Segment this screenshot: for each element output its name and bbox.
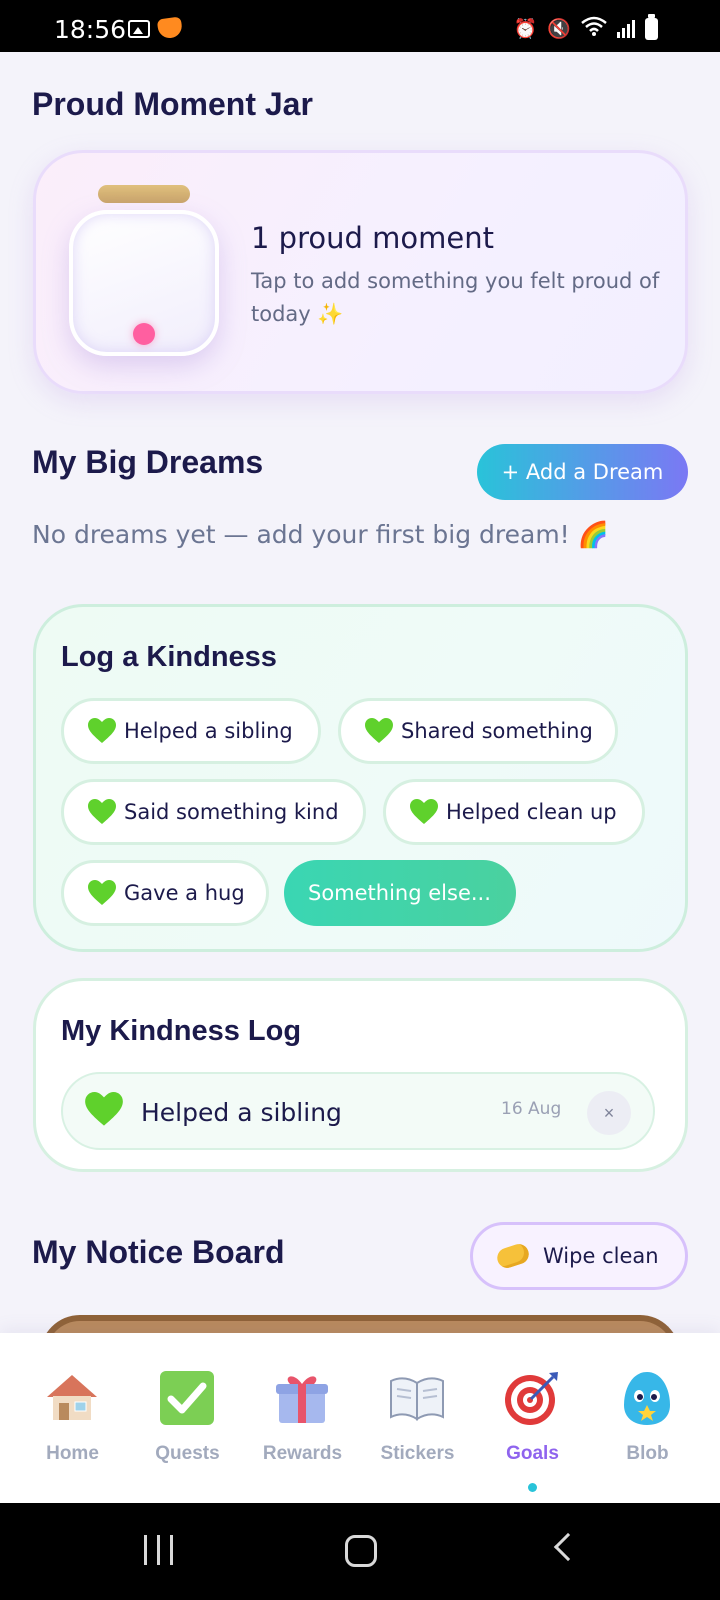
wipe-clean-button[interactable]: Wipe clean bbox=[470, 1222, 688, 1290]
signal-icon bbox=[617, 20, 635, 38]
kindness-log-title: My Kindness Log bbox=[61, 1015, 302, 1047]
bottom-nav: Home Quests Rewards Stickers Goals Blob bbox=[0, 1333, 720, 1503]
green-heart-icon bbox=[88, 718, 116, 744]
green-heart-icon bbox=[88, 799, 116, 825]
status-time: 18:56 bbox=[54, 15, 127, 44]
check-mark-icon bbox=[158, 1369, 216, 1427]
add-dream-button[interactable]: + Add a Dream bbox=[477, 444, 688, 500]
wifi-icon bbox=[581, 16, 607, 42]
proud-moment-marble bbox=[133, 323, 155, 345]
no-dreams-message: No dreams yet — add your first big dream… bbox=[32, 520, 609, 549]
kindness-log-card: My Kindness Log Helped a sibling 16 Aug … bbox=[33, 978, 688, 1172]
active-indicator bbox=[528, 1483, 537, 1492]
battery-icon bbox=[645, 14, 658, 40]
jar-lid bbox=[98, 185, 190, 203]
gallery-notification-icon bbox=[128, 20, 150, 38]
home-button[interactable] bbox=[345, 1535, 377, 1567]
jar-hint: Tap to add something you felt proud of t… bbox=[251, 269, 660, 326]
nav-label: Rewards bbox=[262, 1443, 343, 1464]
green-heart-icon bbox=[410, 799, 438, 825]
kindness-chip-said-kind[interactable]: Said something kind bbox=[61, 779, 366, 845]
app-notification-icon bbox=[156, 16, 184, 40]
nav-label: Quests bbox=[155, 1443, 220, 1464]
kindness-chip-helped-sibling[interactable]: Helped a sibling bbox=[61, 698, 321, 764]
kindness-log-entry: Helped a sibling 16 Aug × bbox=[61, 1072, 655, 1150]
dreams-section-title: My Big Dreams bbox=[32, 444, 264, 480]
something-else-button[interactable]: Something else... bbox=[284, 860, 516, 926]
system-nav-bar bbox=[0, 1503, 720, 1600]
rainbow-icon: 🌈 bbox=[577, 520, 609, 549]
alarm-icon: ⏰ bbox=[513, 19, 538, 40]
book-icon bbox=[388, 1369, 446, 1427]
status-icons: ⏰ 🔇 bbox=[513, 14, 658, 42]
log-kindness-title: Log a Kindness bbox=[61, 641, 277, 673]
nav-blob[interactable]: Blob bbox=[590, 1333, 705, 1503]
nav-label: Home bbox=[46, 1443, 99, 1464]
nav-stickers[interactable]: Stickers bbox=[360, 1333, 475, 1503]
chip-label: Said something kind bbox=[124, 800, 339, 824]
log-entry-date: 16 Aug bbox=[501, 1099, 562, 1119]
kindness-chip-gave-hug[interactable]: Gave a hug bbox=[61, 860, 269, 926]
kindness-chip-clean-up[interactable]: Helped clean up bbox=[383, 779, 645, 845]
nav-label: Stickers bbox=[380, 1443, 455, 1464]
log-entry-text: Helped a sibling bbox=[141, 1098, 342, 1127]
nav-label: Blob bbox=[626, 1443, 669, 1464]
wipe-clean-label: Wipe clean bbox=[543, 1244, 659, 1268]
jar-section-title: Proud Moment Jar bbox=[32, 86, 313, 122]
log-kindness-card: Log a Kindness Helped a sibling Shared s… bbox=[33, 604, 688, 952]
blob-mascot-icon bbox=[618, 1369, 676, 1427]
nav-quests[interactable]: Quests bbox=[130, 1333, 245, 1503]
nav-rewards[interactable]: Rewards bbox=[245, 1333, 360, 1503]
chip-label: Helped a sibling bbox=[124, 719, 293, 743]
kindness-chip-shared-something[interactable]: Shared something bbox=[338, 698, 618, 764]
chip-label: Helped clean up bbox=[446, 800, 617, 824]
sponge-icon bbox=[494, 1241, 532, 1271]
chip-label: Gave a hug bbox=[124, 881, 245, 905]
notice-board-title: My Notice Board bbox=[32, 1234, 285, 1270]
sparkles-icon: ✨ bbox=[317, 302, 344, 326]
remove-entry-button[interactable]: × bbox=[587, 1091, 631, 1135]
green-heart-icon bbox=[88, 880, 116, 906]
proud-moment-count: 1 proud moment bbox=[251, 221, 494, 255]
gift-icon bbox=[273, 1369, 331, 1427]
back-button[interactable] bbox=[553, 1532, 583, 1562]
green-heart-icon bbox=[365, 718, 393, 744]
status-bar: 18:56 ⏰ 🔇 bbox=[0, 0, 720, 52]
target-icon bbox=[503, 1369, 561, 1427]
nav-label: Goals bbox=[506, 1443, 559, 1464]
recent-apps-button[interactable] bbox=[144, 1535, 173, 1565]
nav-home[interactable]: Home bbox=[15, 1333, 130, 1503]
house-icon bbox=[43, 1369, 101, 1427]
proud-moment-jar-card[interactable]: 1 proud moment Tap to add something you … bbox=[33, 150, 688, 394]
nav-goals[interactable]: Goals bbox=[475, 1333, 590, 1503]
green-heart-icon bbox=[85, 1092, 123, 1132]
mute-icon: 🔇 bbox=[547, 19, 571, 40]
chip-label: Shared something bbox=[401, 719, 593, 743]
